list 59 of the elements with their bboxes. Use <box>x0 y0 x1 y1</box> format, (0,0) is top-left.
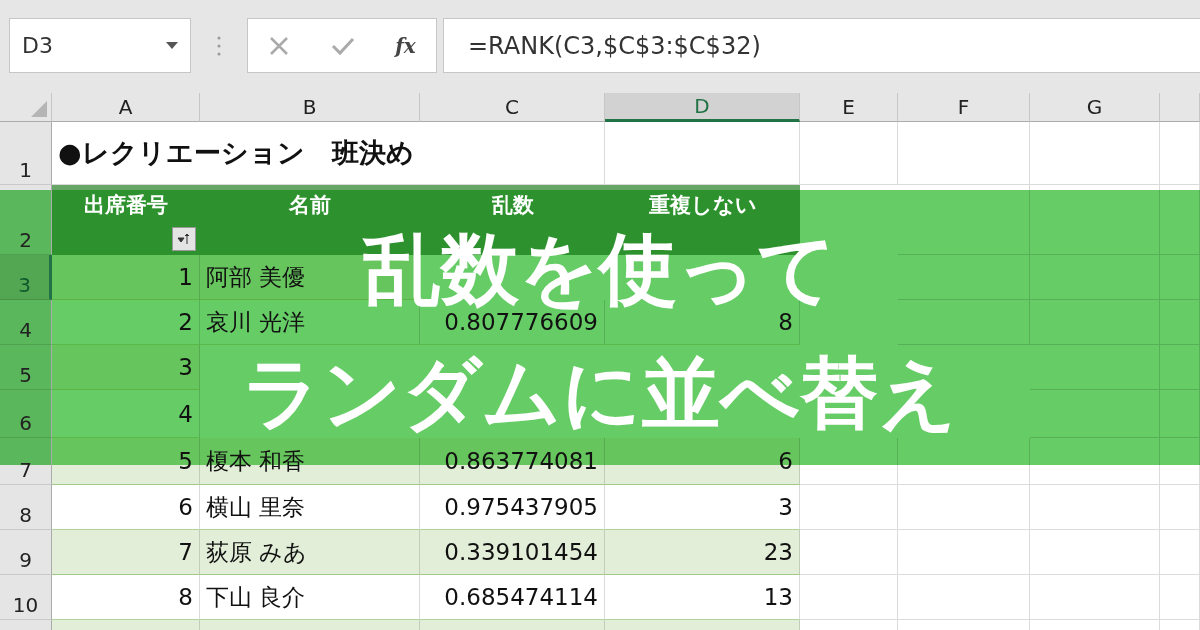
header-text: 出席番号 <box>84 192 168 219</box>
corner-triangle-icon <box>31 101 47 117</box>
table-cell: 下山 良介 <box>200 575 420 620</box>
column-header[interactable]: D <box>605 93 800 122</box>
row-header[interactable]: 7 <box>0 438 52 485</box>
empty-cell <box>1160 485 1200 530</box>
table-cell: 2 <box>52 300 200 345</box>
column-header[interactable]: G <box>1030 93 1160 122</box>
table-cell: 3 <box>52 345 200 390</box>
sheet-title: ●レクリエーション 班決め <box>52 122 605 185</box>
column-header[interactable]: A <box>52 93 200 122</box>
header-text: 乱数 <box>491 192 534 219</box>
empty-cell <box>1160 530 1200 575</box>
insert-function-button[interactable]: fx <box>395 33 416 58</box>
drag-handle-icon <box>217 36 221 56</box>
table-cell: 6 <box>52 485 200 530</box>
table-cell: 1 <box>52 255 200 300</box>
empty-cell <box>1160 300 1200 345</box>
banner-headline: ランダムに並べ替え <box>242 354 958 432</box>
row-header[interactable]: 5 <box>0 345 52 390</box>
cancel-icon[interactable] <box>268 34 291 57</box>
column-header[interactable] <box>1160 93 1200 122</box>
dropdown-caret-icon[interactable] <box>166 42 178 49</box>
name-box[interactable]: D3 <box>9 18 191 73</box>
select-all-corner[interactable] <box>0 93 52 122</box>
row-header[interactable]: 2 <box>0 185 52 255</box>
table-cell: 3 <box>605 485 800 530</box>
table-cell: 0.339101454 <box>420 530 605 575</box>
row-header[interactable]: 1 <box>0 122 52 185</box>
header-text: 重複しない <box>648 192 757 219</box>
empty-cell <box>1160 345 1200 390</box>
empty-cell <box>1160 575 1200 620</box>
table-cell: 横山 里奈 <box>200 485 420 530</box>
sort-icon <box>177 232 191 246</box>
formula-field[interactable]: =RANK(C3,$C$3:$C$32) <box>443 18 1200 73</box>
table-cell: 7 <box>52 530 200 575</box>
header-text: 名前 <box>289 192 331 219</box>
row-header[interactable]: 9 <box>0 530 52 575</box>
column-header[interactable]: C <box>420 93 605 122</box>
empty-cell <box>1160 255 1200 300</box>
table-cell: 8 <box>52 575 200 620</box>
column-header[interactable]: B <box>200 93 420 122</box>
column-header[interactable]: F <box>898 93 1030 122</box>
column-header[interactable]: E <box>800 93 898 122</box>
empty-cell <box>1160 438 1200 485</box>
table-cell: 13 <box>605 575 800 620</box>
empty-cell <box>1160 390 1200 438</box>
checkmark-icon[interactable] <box>330 35 355 56</box>
table-cell: 荻原 みあ <box>200 530 420 575</box>
table-cell: 0.975437905 <box>420 485 605 530</box>
row-header[interactable]: 10 <box>0 575 52 620</box>
table-cell: 0.685474114 <box>420 575 605 620</box>
row-header[interactable]: 8 <box>0 485 52 530</box>
table-cell: 4 <box>52 390 200 438</box>
row-header[interactable]: 6 <box>0 390 52 438</box>
table-cell: 23 <box>605 530 800 575</box>
sort-filter-button[interactable] <box>172 227 196 251</box>
row-header[interactable]: 4 <box>0 300 52 345</box>
empty-cell <box>1160 185 1200 255</box>
